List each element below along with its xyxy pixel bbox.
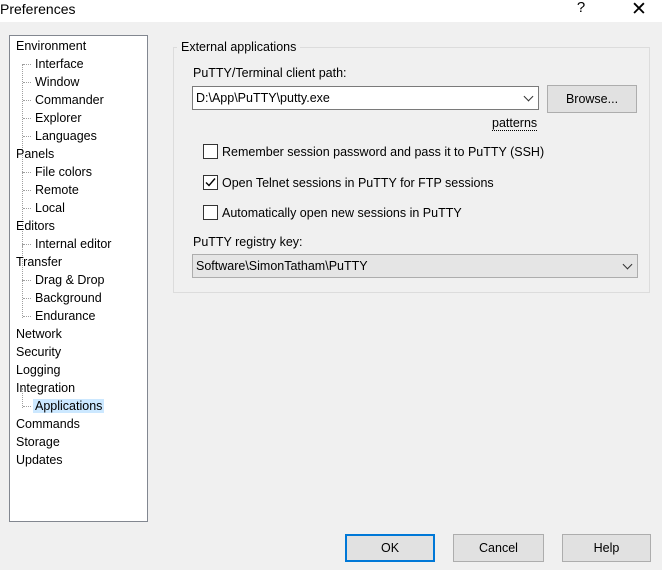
registry-key-label: PuTTY registry key: (193, 235, 303, 249)
tree-connector-line (23, 190, 31, 191)
tree-item-label: Panels (16, 147, 55, 161)
chevron-down-icon[interactable] (622, 259, 633, 270)
auto-open-sessions-checkbox[interactable] (203, 205, 218, 220)
tree-connector-line (23, 64, 31, 65)
tree-item-label: Logging (16, 363, 61, 377)
tree-item-label: Drag & Drop (35, 273, 105, 287)
tree-connector-line (23, 100, 31, 101)
tree-item-label: Background (35, 291, 102, 305)
telnet-putty-checkbox[interactable] (203, 175, 218, 190)
tree-item-label: Editors (16, 219, 55, 233)
registry-key-value: Software\SimonTatham\PuTTY (196, 259, 368, 273)
tree-item-label: Explorer (35, 111, 82, 125)
tree-connector-line (23, 244, 31, 245)
tree-connector-line (23, 172, 31, 173)
tree-item[interactable]: Endurance (33, 307, 97, 325)
tree-connector-line (23, 208, 31, 209)
tree-item[interactable]: Editors (14, 217, 57, 235)
window-title: Preferences (0, 1, 76, 17)
tree-connector-line (23, 118, 31, 119)
tree-item[interactable]: Interface (33, 55, 86, 73)
tree-item[interactable]: Security (14, 343, 63, 361)
checkmark-icon (205, 178, 216, 187)
tree-item-label: Internal editor (35, 237, 112, 251)
tree-item-label: Remote (35, 183, 79, 197)
tree-item[interactable]: Drag & Drop (33, 271, 106, 289)
ok-button[interactable]: OK (345, 534, 435, 562)
remember-password-checkbox[interactable] (203, 144, 218, 159)
tree-item[interactable]: Explorer (33, 109, 84, 127)
chevron-down-icon[interactable] (523, 91, 534, 102)
help-question-icon[interactable]: ? (571, 0, 591, 19)
tree-item-label: Languages (35, 129, 97, 143)
tree-connector-line (23, 406, 31, 407)
tree-item-label: Window (35, 75, 80, 89)
putty-path-combobox[interactable]: D:\App\PuTTY\putty.exe (192, 86, 539, 110)
tree-item[interactable]: Applications (33, 397, 105, 415)
tree-item[interactable]: Remote (33, 181, 81, 199)
telnet-putty-label[interactable]: Open Telnet sessions in PuTTY for FTP se… (222, 176, 494, 190)
close-icon[interactable]: ✕ (624, 0, 654, 20)
tree-item-label: Interface (35, 57, 84, 71)
tree-connector-line (23, 298, 31, 299)
tree-item[interactable]: Updates (14, 451, 65, 469)
tree-connector-line (23, 316, 31, 317)
tree-item[interactable]: Commander (33, 91, 106, 109)
tree-item[interactable]: Internal editor (33, 235, 113, 253)
tree-item-label: Storage (16, 435, 60, 449)
tree-item[interactable]: Logging (14, 361, 63, 379)
tree-item-label: Commander (35, 93, 104, 107)
tree-item-label: Updates (16, 453, 63, 467)
tree-item-label: Commands (16, 417, 80, 431)
tree-item-label: Applications (33, 399, 105, 413)
tree-item[interactable]: Storage (14, 433, 62, 451)
tree-item[interactable]: Network (14, 325, 64, 343)
cancel-button[interactable]: Cancel (453, 534, 544, 562)
help-button[interactable]: Help (562, 534, 651, 562)
tree-item[interactable]: File colors (33, 163, 94, 181)
tree-item[interactable]: Panels (14, 145, 56, 163)
tree-connector-line (23, 82, 31, 83)
tree-item[interactable]: Languages (33, 127, 99, 145)
tree-item[interactable]: Transfer (14, 253, 64, 271)
browse-button[interactable]: Browse... (547, 85, 637, 113)
patterns-link[interactable]: patterns (492, 116, 538, 131)
tree-item[interactable]: Background (33, 289, 104, 307)
registry-key-combobox[interactable]: Software\SimonTatham\PuTTY (192, 254, 638, 278)
tree-item[interactable]: Integration (14, 379, 77, 397)
putty-path-value: D:\App\PuTTY\putty.exe (196, 91, 330, 105)
tree-item-label: Security (16, 345, 62, 359)
tree-connector-line (22, 280, 23, 318)
remember-password-label[interactable]: Remember session password and pass it to… (222, 145, 544, 159)
title-bar: Preferences ? ✕ (0, 0, 662, 22)
group-title: External applications (177, 40, 301, 54)
preferences-tree[interactable]: Environment Interface Window Commander Explo… (9, 35, 148, 522)
tree-item[interactable]: Commands (14, 415, 82, 433)
tree-item-label: Endurance (35, 309, 96, 323)
tree-item[interactable]: Local (33, 199, 67, 217)
putty-path-label: PuTTY/Terminal client path: (193, 66, 347, 80)
tree-item-label: File colors (35, 165, 92, 179)
tree-item-label: Transfer (16, 255, 63, 269)
tree-item-label: Local (35, 201, 65, 215)
tree-item-label: Environment (16, 39, 87, 53)
tree-item[interactable]: Environment (14, 37, 88, 55)
tree-item-label: Integration (16, 381, 76, 395)
tree-connector-line (23, 136, 31, 137)
auto-open-sessions-label[interactable]: Automatically open new sessions in PuTTY (222, 206, 462, 220)
tree-connector-line (22, 172, 23, 210)
tree-connector-line (23, 280, 31, 281)
tree-item-label: Network (16, 327, 62, 341)
tree-item[interactable]: Window (33, 73, 81, 91)
